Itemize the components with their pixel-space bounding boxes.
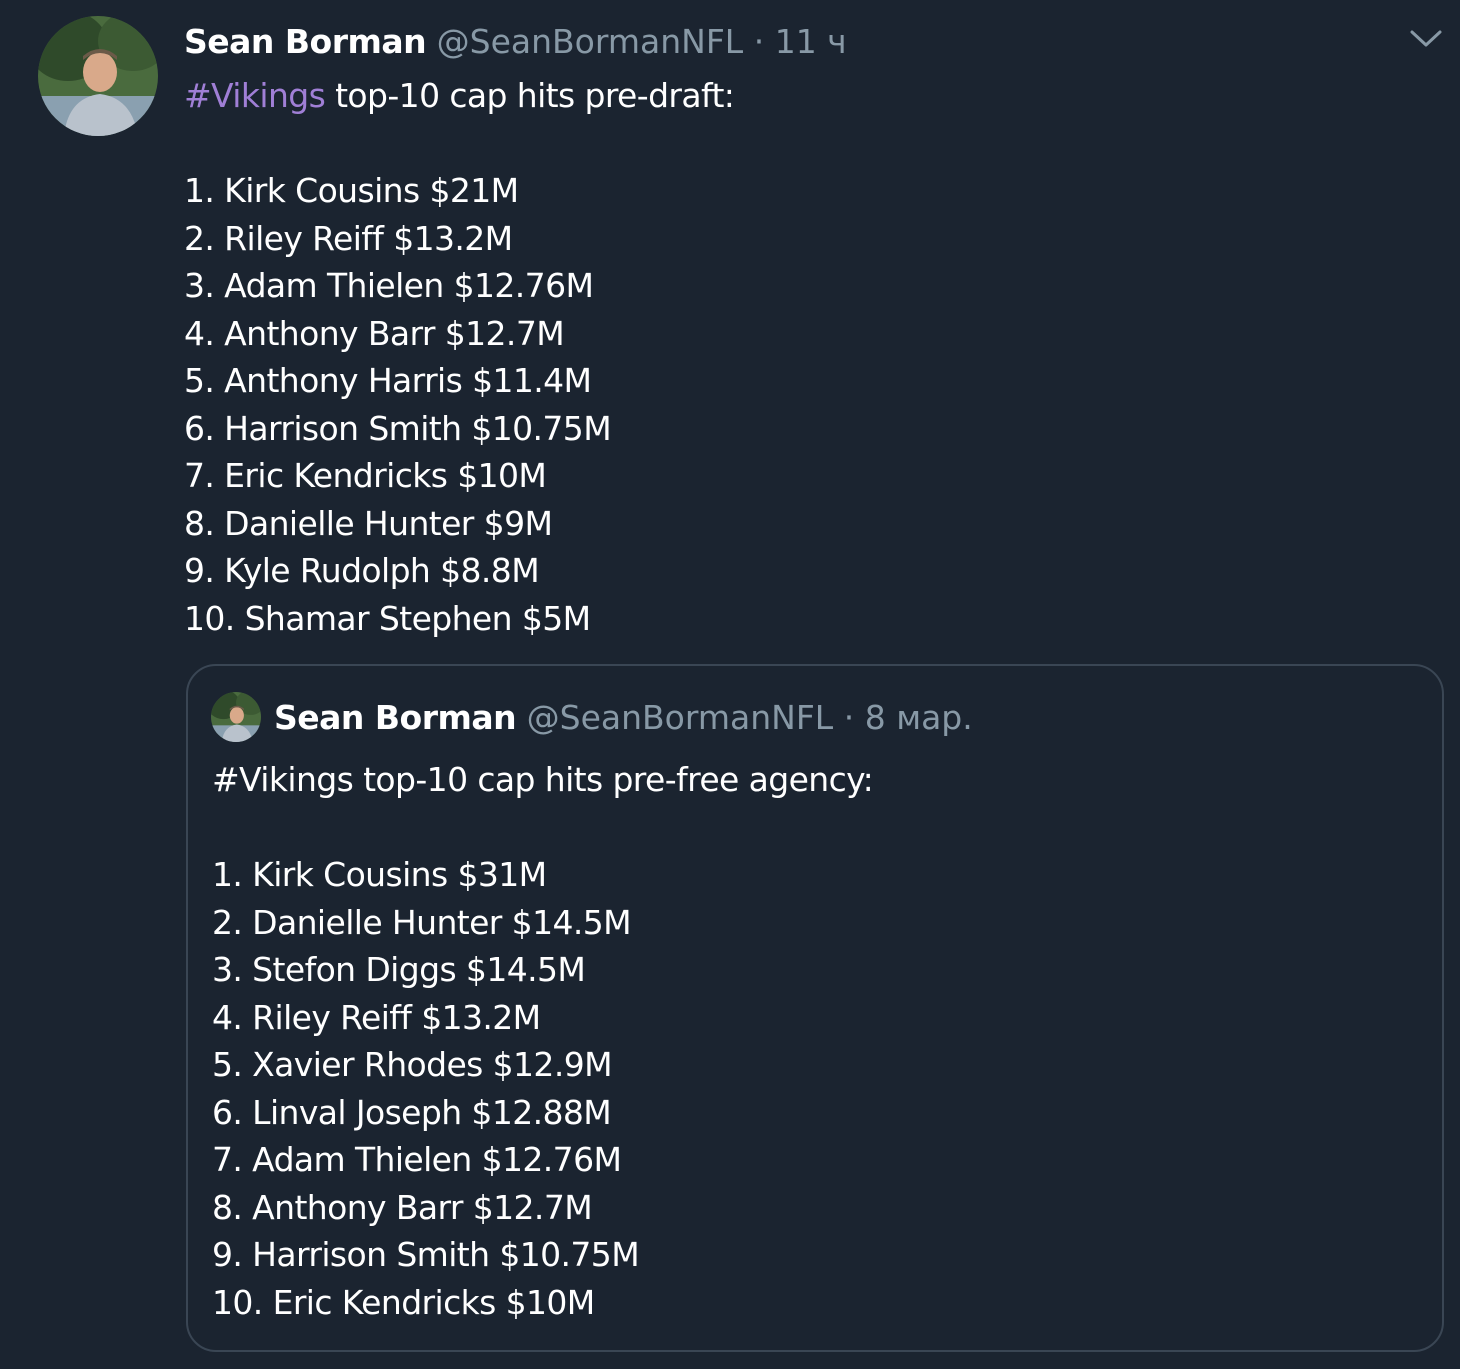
tweet-timestamp[interactable]: 11 ч xyxy=(775,22,847,61)
tweet-intro-text: top-10 cap hits pre-draft: xyxy=(325,76,735,115)
tweet-text: #Vikings top-10 cap hits pre-draft: 1. K… xyxy=(184,72,735,642)
list-item: 9. Harrison Smith $10.75M xyxy=(212,1235,640,1274)
quoted-tweet-timestamp: 8 мар. xyxy=(864,698,973,737)
chevron-down-icon[interactable] xyxy=(1406,22,1446,52)
list-item: 8. Danielle Hunter $9M xyxy=(184,503,553,543)
author-avatar[interactable] xyxy=(38,16,158,136)
list-item: 7. Eric Kendricks $10M xyxy=(184,456,547,495)
author-name[interactable]: Sean Borman xyxy=(184,22,427,61)
quoted-tweet-card[interactable]: Sean Borman @SeanBormanNFL · 8 мар. #Vik… xyxy=(186,664,1444,1352)
list-item: 10. Eric Kendricks $10M xyxy=(212,1282,595,1322)
quoted-author-handle: @SeanBormanNFL xyxy=(526,698,834,737)
list-item: 4. Riley Reiff $13.2M xyxy=(212,997,541,1037)
list-item: 2. Riley Reiff $13.2M xyxy=(184,218,513,258)
hashtag-link[interactable]: #Vikings xyxy=(184,76,326,115)
quoted-author-avatar xyxy=(211,692,261,742)
tweet[interactable]: Sean Borman @SeanBormanNFL · 11 ч #Vikin… xyxy=(0,0,1460,1369)
quoted-intro-line: #Vikings top-10 cap hits pre-free agency… xyxy=(212,760,874,799)
list-item: 6. Harrison Smith $10.75M xyxy=(184,408,612,448)
tweet-intro-line: #Vikings top-10 cap hits pre-draft: xyxy=(184,72,735,120)
author-handle[interactable]: @SeanBormanNFL xyxy=(437,22,744,61)
list-item: 5. Anthony Harris $11.4M xyxy=(184,361,592,400)
quoted-author-name: Sean Borman xyxy=(274,698,517,737)
list-item: 7. Adam Thielen $12.76M xyxy=(212,1140,622,1179)
list-item: 10. Shamar Stephen $5M xyxy=(184,598,591,638)
list-item: 9. Kyle Rudolph $8.8M xyxy=(184,551,540,590)
separator-dot: · xyxy=(843,698,855,737)
tweet-header: Sean Borman @SeanBormanNFL · 11 ч xyxy=(184,20,847,64)
list-item: 6. Linval Joseph $12.88M xyxy=(212,1092,612,1132)
quoted-tweet-text: #Vikings top-10 cap hits pre-free agency… xyxy=(212,756,874,1326)
list-item: 3. Adam Thielen $12.76M xyxy=(184,266,594,305)
list-item: 4. Anthony Barr $12.7M xyxy=(184,313,565,353)
list-item: 3. Stefon Diggs $14.5M xyxy=(212,950,586,989)
list-item: 2. Danielle Hunter $14.5M xyxy=(212,902,632,942)
list-item: 5. Xavier Rhodes $12.9M xyxy=(212,1045,613,1084)
list-item: 8. Anthony Barr $12.7M xyxy=(212,1187,593,1227)
separator-dot: · xyxy=(753,22,765,61)
list-item: 1. Kirk Cousins $31M xyxy=(212,855,547,894)
list-item: 1. Kirk Cousins $21M xyxy=(184,171,519,210)
quoted-tweet-header: Sean Borman @SeanBormanNFL · 8 мар. xyxy=(274,696,973,740)
